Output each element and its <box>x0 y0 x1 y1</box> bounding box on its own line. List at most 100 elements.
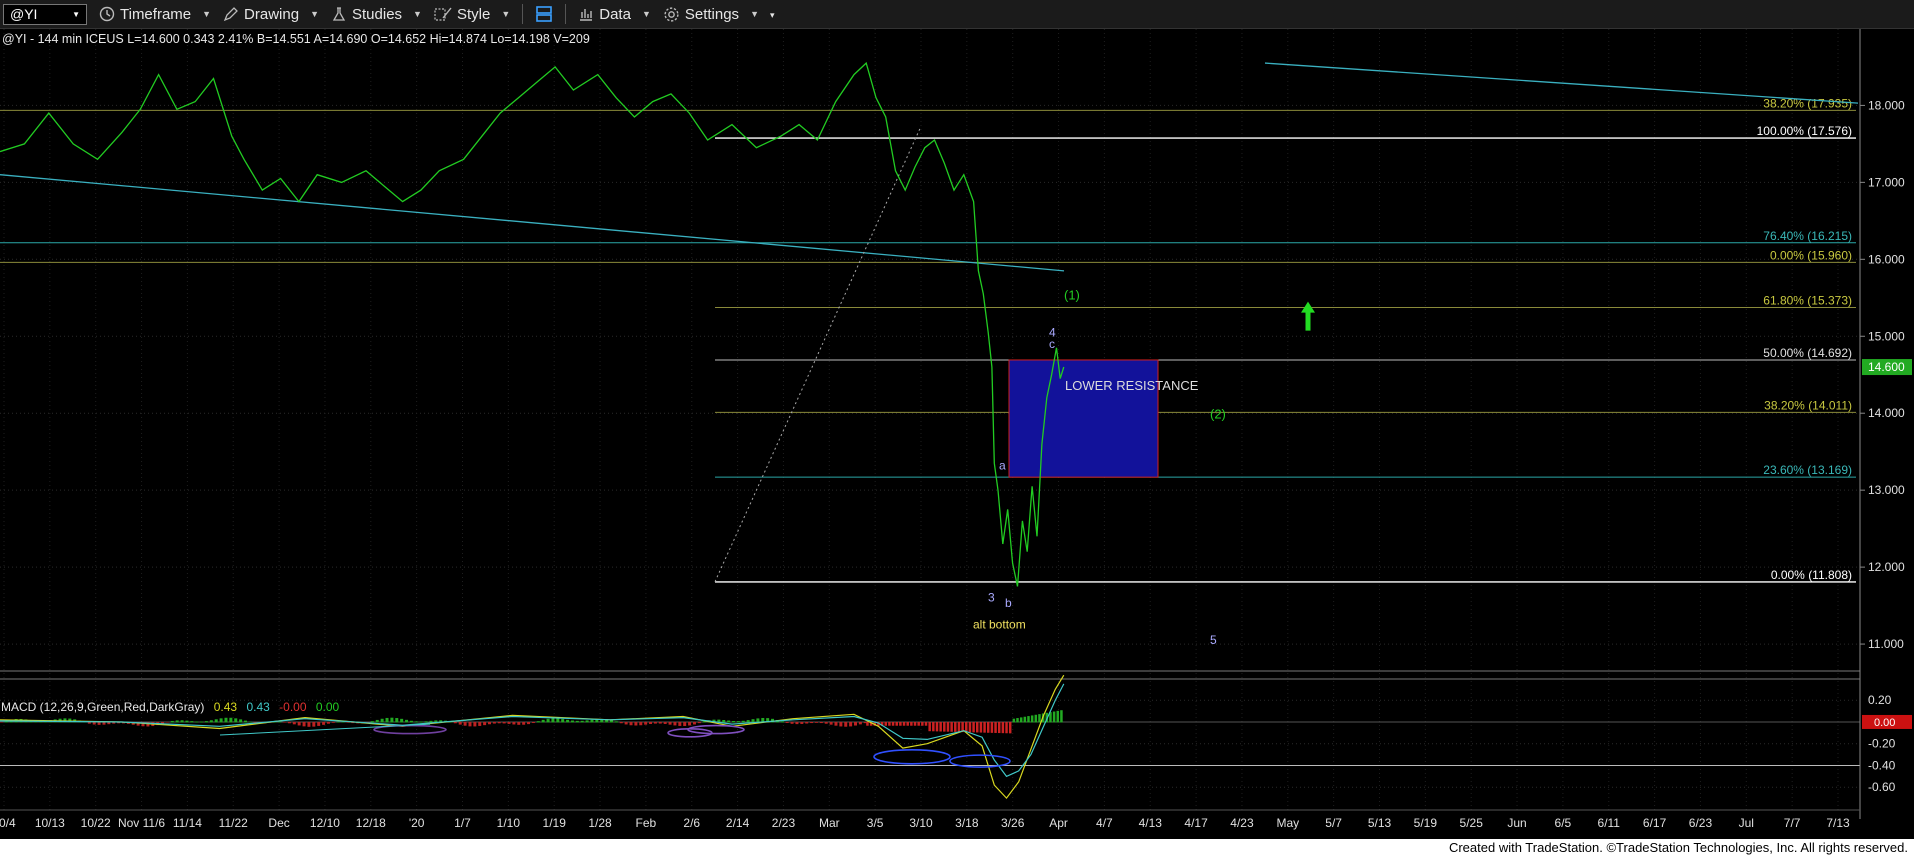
wave-a-label: a <box>999 458 1006 472</box>
macd-histogram-bar <box>380 718 384 723</box>
time-axis: 10/4 10/13 10/22 Nov 11/6 11/14 11/22 Dec 12/10… <box>0 809 1860 830</box>
macd-histogram-bar <box>824 721 828 724</box>
time-tick-label: 7/7 <box>1784 816 1801 830</box>
macd-histogram-bar <box>283 721 287 723</box>
macd-histogram-bar <box>727 720 731 723</box>
macd-value-1: 0.43 <box>214 700 238 714</box>
macd-histogram-bar <box>1001 721 1005 734</box>
macd-histogram-bar <box>224 717 228 723</box>
fib-level-label: 50.00% (14.692) <box>1763 346 1852 360</box>
style-icon <box>434 7 452 21</box>
macd-histogram-bar <box>939 721 942 732</box>
macd-histogram-bar <box>795 721 799 725</box>
macd-histogram-bar <box>200 721 204 723</box>
time-tick-label: Mar <box>819 816 840 830</box>
macd-histogram-bar <box>517 721 521 725</box>
macd-histogram-bar <box>928 721 931 732</box>
macd-histogram-bar <box>979 721 983 733</box>
fib-level-label: 38.20% (17.935) <box>1763 96 1852 110</box>
macd-histogram-bar <box>590 719 594 723</box>
macd-histogram-bar <box>673 721 677 726</box>
time-tick-label: 4/23 <box>1230 816 1254 830</box>
time-tick-label: 6/11 <box>1598 816 1621 830</box>
macd-histogram-bar <box>921 721 924 726</box>
macd-histogram-bar <box>502 721 506 724</box>
macd-histogram-bar <box>385 717 389 723</box>
macd-histogram-bar <box>278 721 282 723</box>
symbol-value: @YI <box>10 6 38 22</box>
macd-histogram-bar <box>678 721 682 726</box>
macd-histogram-bar <box>983 721 986 733</box>
time-tick-label: 10/4 <box>0 816 16 830</box>
macd-histogram-bar <box>624 721 628 725</box>
macd-histogram-bar <box>409 720 413 723</box>
macd-label: MACD (12,26,9,Green,Red,DarkGray) <box>1 700 204 714</box>
time-tick-label: Apr <box>1049 816 1068 830</box>
macd-histogram-bar <box>248 721 252 723</box>
studies-label: Studies <box>352 5 403 23</box>
fib-level-label: 38.20% (14.011) <box>1764 398 1852 412</box>
macd-histogram-bar <box>522 721 526 725</box>
macd-histogram-bar <box>370 721 374 723</box>
timeframe-menu[interactable]: Timeframe ▼ <box>99 6 211 23</box>
macd-histogram-bar <box>1019 717 1023 723</box>
symbol-input[interactable]: @YI ▼ <box>3 3 87 25</box>
data-menu[interactable]: Data ▼ <box>578 6 651 23</box>
macd-histogram-bar <box>683 721 687 727</box>
macd-histogram-bar <box>463 721 467 726</box>
macd-histogram-bar <box>453 721 457 724</box>
time-tick-label: 10/13 <box>35 816 65 830</box>
macd-histogram-bar <box>805 721 809 724</box>
macd-histogram-bar <box>614 721 618 723</box>
macd-histogram-bar <box>829 721 833 725</box>
macd-histogram-bar <box>800 721 804 724</box>
settings-menu[interactable]: Settings ▼ ▾ <box>663 6 775 23</box>
macd-histogram-bar <box>312 721 316 727</box>
price-tick-label: 12.000 <box>1868 560 1905 574</box>
macd-histogram-bar <box>1060 710 1063 723</box>
wave-1-label: (1) <box>1064 287 1080 302</box>
time-tick-label: Dec <box>268 816 289 830</box>
layout-button[interactable] <box>535 5 553 23</box>
fib-level-label: 76.40% (16.215) <box>1763 229 1852 243</box>
macd-value-4: 0.00 <box>316 700 340 714</box>
macd-histogram-bar <box>209 720 213 723</box>
macd-histogram-bar <box>546 718 550 723</box>
macd-tick-label: -0.60 <box>1868 780 1896 794</box>
macd-histogram-bar <box>884 721 887 726</box>
macd-histogram-bar <box>866 721 869 726</box>
macd-histogram-bar <box>458 721 462 725</box>
macd-histogram-bar <box>895 721 898 726</box>
trendlines[interactable] <box>0 62 1859 582</box>
macd-histogram-bar <box>468 721 472 727</box>
macd-histogram-bar <box>331 721 335 723</box>
price-tick-label: 18.000 <box>1868 98 1905 112</box>
studies-menu[interactable]: Studies ▼ <box>331 6 422 23</box>
macd-histogram-bar <box>287 721 291 724</box>
macd-histogram-bar <box>688 721 692 726</box>
macd-histogram-bar <box>954 721 957 732</box>
alt-bottom-label: alt bottom <box>973 618 1026 632</box>
style-menu[interactable]: Style ▼ <box>434 6 510 23</box>
macd-line <box>0 683 1065 778</box>
chevron-down-icon: ▼ <box>501 9 511 19</box>
macd-value-3: -0.00 <box>279 700 307 714</box>
macd-histogram-bar <box>1016 718 1019 723</box>
macd-tick-label: -0.20 <box>1868 737 1896 751</box>
wave-3-label: 3 <box>988 591 995 605</box>
overflow-caret-icon[interactable]: ▾ <box>770 10 775 21</box>
macd-histogram-bar <box>924 721 928 726</box>
macd-histogram-bar <box>473 721 477 727</box>
drawing-menu[interactable]: Drawing ▼ <box>223 6 319 23</box>
fib-levels: 100.00% (17.576) 76.40% (16.215) 0.00% (15… <box>0 96 1856 583</box>
chevron-down-icon: ▼ <box>310 9 319 19</box>
wave-5-label: 5 <box>1210 633 1217 647</box>
time-tick-label: 1/19 <box>543 816 567 830</box>
macd-current-label: 0.00 <box>1874 717 1895 729</box>
bar-chart-icon <box>580 9 593 21</box>
price-axis: 11.000 12.000 13.000 14.000 15.000 16.000 17.0… <box>1859 29 1914 839</box>
time-tick-label: 4/17 <box>1184 816 1208 830</box>
macd-histogram-bar <box>819 721 823 724</box>
macd-histogram-bar <box>229 717 233 723</box>
price-chart[interactable]: 100.00% (17.576) 76.40% (16.215) 0.00% (15… <box>0 29 1914 839</box>
